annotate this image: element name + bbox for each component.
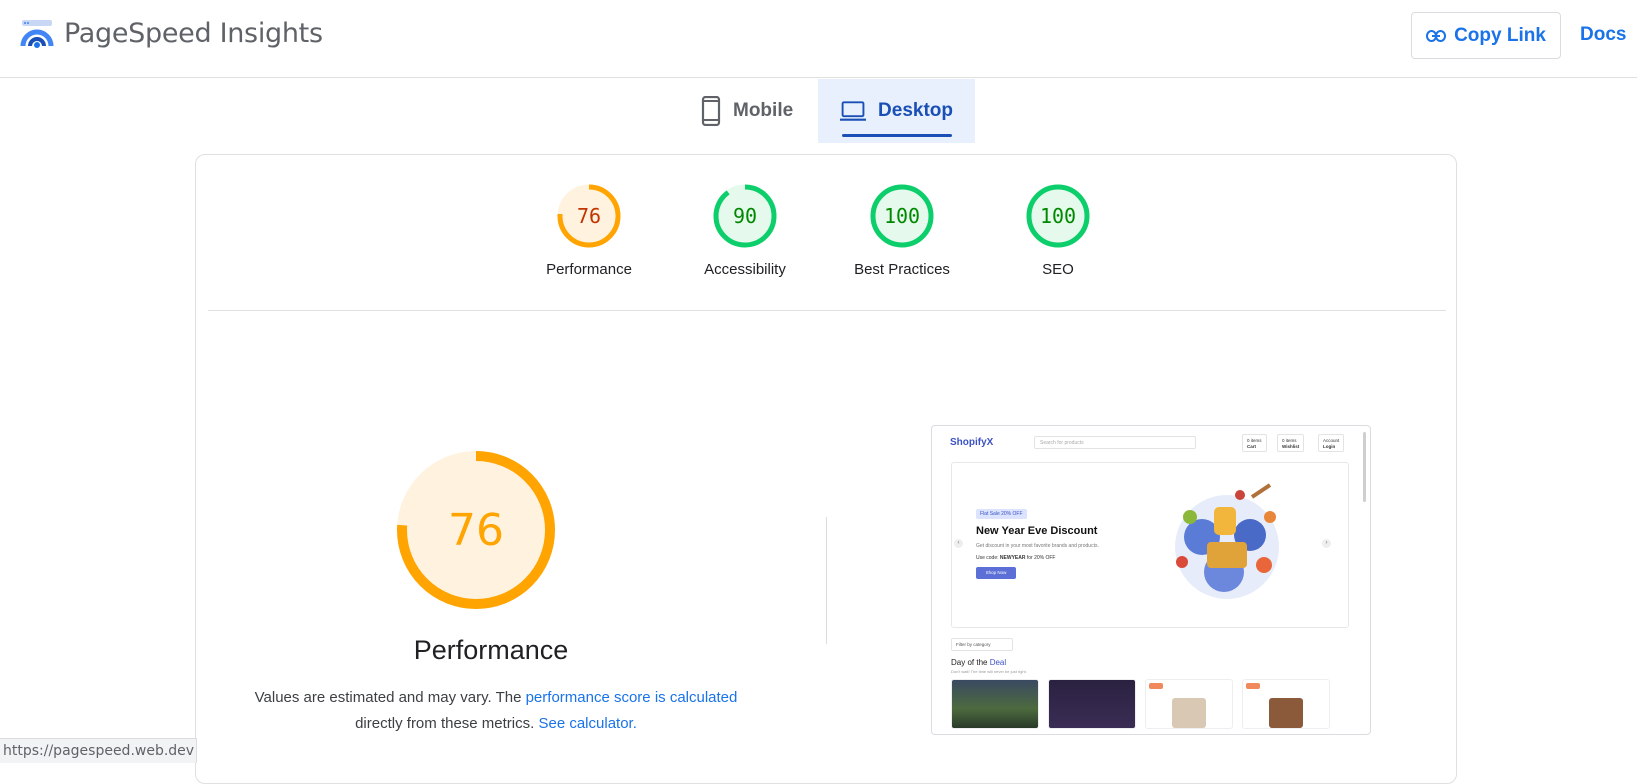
product-card <box>1145 679 1233 729</box>
copy-link-label: Copy Link <box>1454 24 1546 46</box>
top-header: PageSpeed Insights Copy Link Docs <box>0 0 1637 78</box>
hero-code: Use code: NEWYEAR for 20% OFF <box>976 555 1055 561</box>
performance-heading: Performance <box>413 635 569 665</box>
code-value: NEWYEAR <box>999 555 1026 561</box>
browser-status-bar: https://pagespeed.web.dev <box>0 738 197 763</box>
hero-next-arrow: › <box>1322 539 1331 548</box>
screenshot-filter-select: Filter by category <box>951 638 1013 651</box>
screenshot-scrollbar <box>1363 432 1366 502</box>
cart-label: Cart <box>1247 444 1257 449</box>
code-suffix: for 20% OFF <box>1025 555 1056 561</box>
tab-mobile[interactable]: Mobile <box>679 79 819 143</box>
gauge-ring: 100 <box>1026 184 1090 248</box>
device-tabs: Mobile Desktop <box>0 79 1637 143</box>
smartphone-icon <box>701 96 721 126</box>
wishlist-label: Wishlist <box>1282 444 1300 449</box>
performance-ring: 76 <box>397 451 555 609</box>
screenshot-deal-subtext: Don't wait! The time will never be just … <box>951 669 1027 674</box>
score-value: 90 <box>733 204 757 228</box>
cart-count: 0 items <box>1247 438 1262 443</box>
login-label: Login <box>1323 444 1336 449</box>
product-card <box>1048 679 1136 729</box>
hero-badge: Flat Sale 20% OFF <box>976 509 1027 519</box>
screenshot-header: ShopifyX Search for products 0 items Cart… <box>932 426 1370 456</box>
hero-subtext: Get discount in your most favorite brand… <box>976 543 1099 549</box>
screenshot-wishlist-button: 0 items Wishlist <box>1277 434 1305 452</box>
desc-text: Values are estimated and may vary. The <box>254 689 526 706</box>
screenshot-hero-banner: Flat Sale 20% OFF New Year Eve Discount … <box>951 462 1349 628</box>
link-icon <box>1426 29 1447 42</box>
wishlist-count: 0 items <box>1282 438 1297 443</box>
gauge-label: Performance <box>546 261 632 278</box>
product-card <box>1242 679 1330 729</box>
score-calculated-link[interactable]: performance score is calculated <box>526 689 738 706</box>
docs-link[interactable]: Docs <box>1580 24 1626 46</box>
section-divider <box>208 310 1446 311</box>
hero-shop-button: Shop Now <box>976 567 1016 579</box>
page-screenshot: ShopifyX Search for products 0 items Cart… <box>931 425 1371 735</box>
performance-score-value: 76 <box>448 505 504 556</box>
gauge-label: SEO <box>1042 261 1074 278</box>
product-image <box>1269 698 1303 728</box>
tab-mobile-label: Mobile <box>733 100 794 121</box>
copy-link-button[interactable]: Copy Link <box>1411 12 1561 59</box>
report-card: 76 Performance 90 Accessibility 100 Best… <box>195 154 1457 784</box>
sale-tag <box>1246 683 1260 689</box>
score-value: 76 <box>577 204 601 228</box>
account-label: Account <box>1323 438 1340 443</box>
gauge-label: Best Practices <box>854 261 950 278</box>
screenshot-cart-button: 0 items Cart <box>1242 434 1267 452</box>
see-calculator-link[interactable]: See calculator. <box>538 715 636 732</box>
screenshot-logo: ShopifyX <box>950 437 994 448</box>
product-image <box>1172 698 1206 728</box>
gauge-best-practices[interactable]: 100 Best Practices <box>827 183 977 278</box>
sale-tag <box>1149 683 1163 689</box>
laptop-icon <box>840 101 867 121</box>
score-gauges: 76 Performance 90 Accessibility 100 Best… <box>196 155 1458 310</box>
tab-desktop[interactable]: Desktop <box>818 79 975 143</box>
score-value: 100 <box>884 204 920 228</box>
vertical-divider <box>826 517 827 644</box>
desc-text: directly from these metrics. <box>355 715 539 732</box>
pagespeed-logo-icon <box>20 20 54 48</box>
product-card <box>951 679 1039 729</box>
score-value: 100 <box>1040 204 1076 228</box>
hero-headline: New Year Eve Discount <box>976 525 1098 537</box>
deal-highlight: Deal <box>989 658 1007 667</box>
gauge-ring: 100 <box>870 184 934 248</box>
gauge-label: Accessibility <box>704 261 786 278</box>
performance-gauge-large: 76 <box>386 440 566 625</box>
screenshot-deal-heading: Day of the Deal <box>951 658 1006 667</box>
gauge-performance[interactable]: 76 Performance <box>514 183 664 278</box>
hero-prev-arrow: ‹ <box>954 539 963 548</box>
screenshot-account-button: Account Login <box>1318 434 1345 452</box>
food-splash-image <box>1175 483 1279 599</box>
tab-desktop-label: Desktop <box>878 100 953 121</box>
deal-prefix: Day of the <box>951 658 990 667</box>
gauge-seo[interactable]: 100 SEO <box>983 183 1133 278</box>
code-prefix: Use code: <box>976 555 1000 561</box>
brand-title: PageSpeed Insights <box>64 18 323 49</box>
gauge-ring: 90 <box>713 184 777 248</box>
screenshot-search: Search for products <box>1034 436 1196 449</box>
gauge-ring: 76 <box>557 184 621 248</box>
performance-description: Values are estimated and may vary. The p… <box>226 685 766 737</box>
active-tab-indicator <box>842 134 952 137</box>
gauge-accessibility[interactable]: 90 Accessibility <box>670 183 820 278</box>
